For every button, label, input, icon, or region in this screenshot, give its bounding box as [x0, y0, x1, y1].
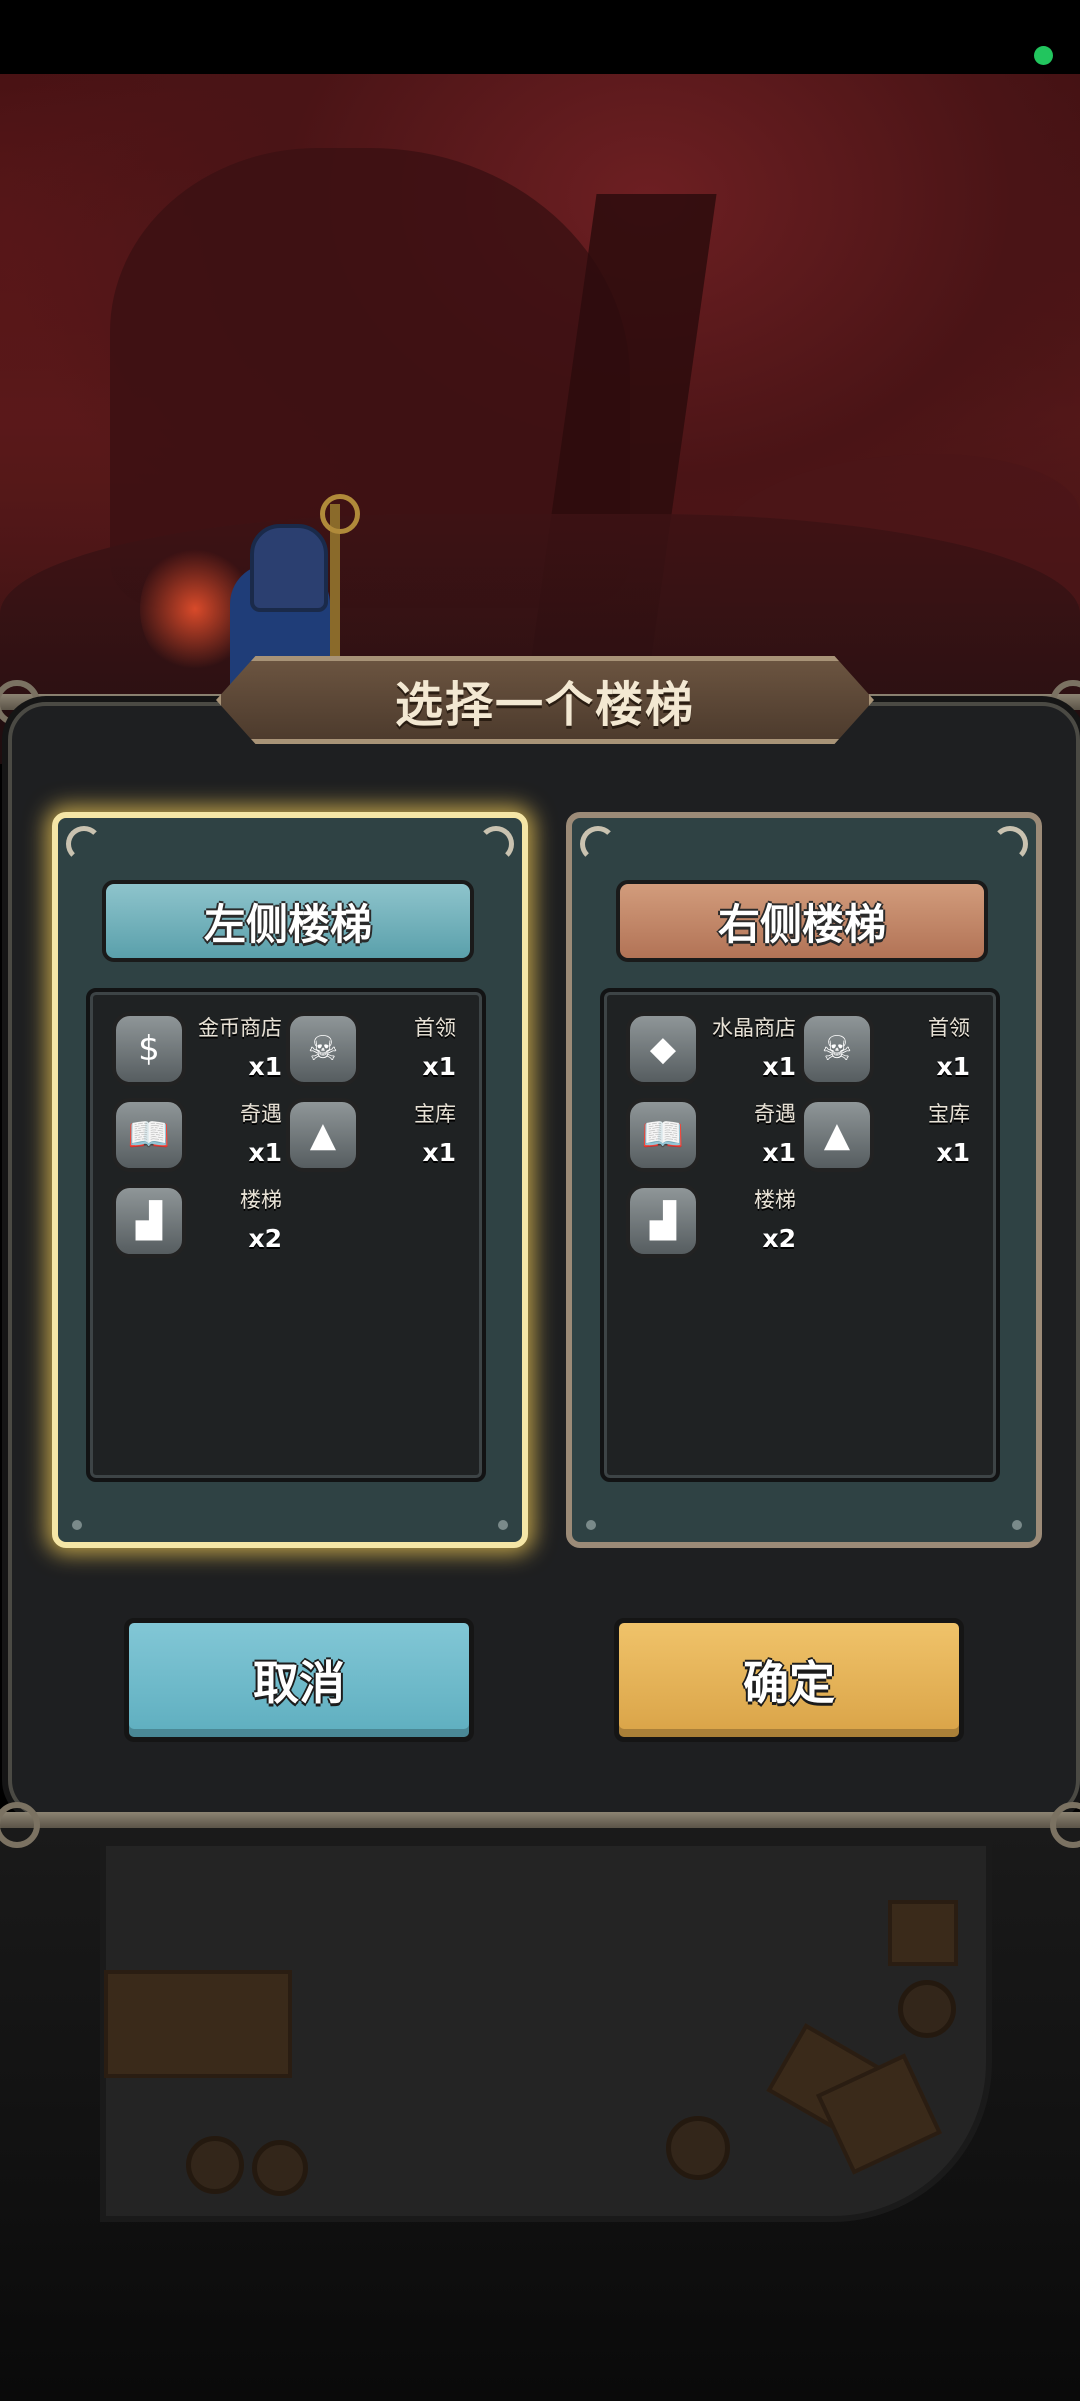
cancel-button[interactable]: 取消: [124, 1618, 474, 1742]
corner-ornament: [992, 826, 1028, 862]
reward-name: 金币商店: [198, 1016, 282, 1040]
wooden-crate: [104, 1970, 292, 2078]
wooden-crate: [888, 1900, 958, 1966]
reward-count: x1: [762, 1138, 796, 1167]
background-volcanic-scene: [0, 74, 1080, 764]
left-stair-title: 左侧楼梯: [203, 899, 372, 949]
reward-count: x1: [936, 1052, 970, 1081]
reward-name: 水晶商店: [712, 1016, 796, 1040]
reward-item: ☠ 首领 x1: [286, 1012, 456, 1092]
reward-item: ▟ 楼梯 x2: [112, 1184, 282, 1264]
reward-count: x1: [422, 1052, 456, 1081]
reward-count: x1: [248, 1138, 282, 1167]
status-bar: [0, 0, 1080, 74]
reward-count: x1: [248, 1052, 282, 1081]
reward-count: x1: [762, 1052, 796, 1081]
corner-rivet: [72, 1520, 82, 1530]
left-reward-list: $ 金币商店 x1 ☠ 首领 x1 📖 奇遇 x1 ▲ 宝库 x1 ▟ 楼梯 x…: [86, 988, 486, 1482]
reward-name: 奇遇: [754, 1102, 796, 1126]
reward-name: 奇遇: [240, 1102, 282, 1126]
left-stair-header: 左侧楼梯: [102, 880, 474, 962]
boss-skull-icon: ☠: [286, 1012, 360, 1086]
cancel-button-label: 取消: [253, 1656, 345, 1710]
hero-head: [250, 524, 328, 612]
right-reward-list: ◆ 水晶商店 x1 ☠ 首领 x1 📖 奇遇 x1 ▲ 宝库 x1 ▟ 楼梯 x…: [600, 988, 1000, 1482]
left-stair-option[interactable]: 左侧楼梯 $ 金币商店 x1 ☠ 首领 x1 📖 奇遇 x1 ▲ 宝库 x1 ▟…: [52, 812, 528, 1548]
dialog-bottom-rail: [0, 1812, 1080, 1828]
stairs-icon: ▟: [626, 1184, 700, 1258]
confirm-button-label: 确定: [743, 1656, 835, 1710]
reward-name: 楼梯: [754, 1188, 796, 1212]
crystal-bag-icon: ◆: [626, 1012, 700, 1086]
dialog-title: 选择一个楼梯: [394, 677, 695, 733]
corner-rivet: [586, 1520, 596, 1530]
barrel: [252, 2140, 308, 2196]
barrel: [666, 2116, 730, 2180]
barrel: [898, 1980, 956, 2038]
reward-name: 宝库: [928, 1102, 970, 1126]
stairs-icon: ▟: [112, 1184, 186, 1258]
book-icon: 📖: [112, 1098, 186, 1172]
reward-count: x2: [762, 1224, 796, 1253]
boss-skull-icon: ☠: [800, 1012, 874, 1086]
corner-ornament: [478, 826, 514, 862]
reward-item: 📖 奇遇 x1: [112, 1098, 282, 1178]
right-stair-title: 右侧楼梯: [717, 899, 886, 949]
reward-count: x1: [936, 1138, 970, 1167]
reward-name: 首领: [414, 1016, 456, 1040]
reward-item: ☠ 首领 x1: [800, 1012, 970, 1092]
hero-staff-orb: [320, 494, 360, 534]
treasure-pyramid-icon: ▲: [286, 1098, 360, 1172]
reward-item: ▟ 楼梯 x2: [626, 1184, 796, 1264]
dialog-title-banner: 选择一个楼梯: [216, 656, 874, 744]
barrel: [186, 2136, 244, 2194]
reward-item: ▲ 宝库 x1: [286, 1098, 456, 1178]
corner-rivet: [1012, 1520, 1022, 1530]
reward-name: 首领: [928, 1016, 970, 1040]
reward-name: 宝库: [414, 1102, 456, 1126]
confirm-button[interactable]: 确定: [614, 1618, 964, 1742]
book-icon: 📖: [626, 1098, 700, 1172]
corner-rivet: [498, 1520, 508, 1530]
reward-item: ◆ 水晶商店 x1: [626, 1012, 796, 1092]
reward-item: $ 金币商店 x1: [112, 1012, 282, 1092]
reward-item: ▲ 宝库 x1: [800, 1098, 970, 1178]
right-stair-option[interactable]: 右侧楼梯 ◆ 水晶商店 x1 ☠ 首领 x1 📖 奇遇 x1 ▲ 宝库 x1 ▟…: [566, 812, 1042, 1548]
reward-count: x1: [422, 1138, 456, 1167]
reward-count: x2: [248, 1224, 282, 1253]
camera-indicator-dot: [1034, 46, 1053, 65]
reward-name: 楼梯: [240, 1188, 282, 1212]
corner-ornament: [580, 826, 616, 862]
corner-ornament: [66, 826, 102, 862]
treasure-pyramid-icon: ▲: [800, 1098, 874, 1172]
reward-item: 📖 奇遇 x1: [626, 1098, 796, 1178]
money-bag-icon: $: [112, 1012, 186, 1086]
right-stair-header: 右侧楼梯: [616, 880, 988, 962]
